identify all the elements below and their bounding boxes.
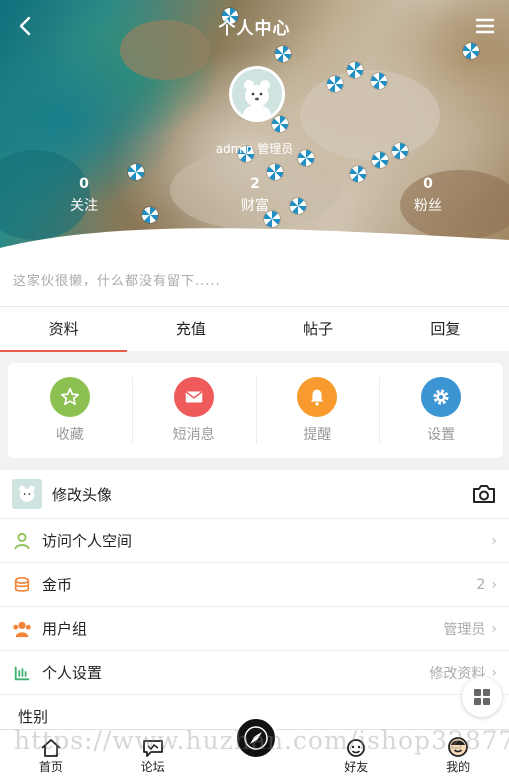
- friends-icon: [347, 739, 366, 757]
- stat-following[interactable]: 0 关注: [44, 176, 124, 215]
- nav-label: 论坛: [140, 760, 165, 774]
- bell-icon: [297, 377, 338, 417]
- page-title: 个人中心: [218, 19, 291, 39]
- user-role: 管理员: [257, 142, 294, 156]
- stat-value: 2: [250, 176, 260, 192]
- tab-recharge[interactable]: 充值: [127, 307, 254, 351]
- nav-compass-button[interactable]: [234, 716, 278, 760]
- nav-home[interactable]: 首页: [0, 730, 102, 779]
- personal-settings-row[interactable]: 个人设置 修改资料 ›: [0, 651, 509, 695]
- row-value: 2: [476, 576, 486, 593]
- quick-action-label: 收藏: [55, 427, 84, 443]
- quick-action-label: 提醒: [303, 427, 332, 443]
- tab-replies[interactable]: 回复: [382, 307, 509, 351]
- nav-forum[interactable]: 论坛: [102, 730, 204, 779]
- hamburger-menu-icon: [475, 18, 495, 34]
- messages-button[interactable]: 短消息: [131, 363, 256, 458]
- settings-button[interactable]: 设置: [379, 363, 503, 458]
- umbrella-icon: [463, 43, 479, 59]
- favorites-button[interactable]: 收藏: [8, 363, 132, 458]
- home-icon: [41, 739, 61, 757]
- stat-label: 关注: [70, 198, 98, 214]
- row-value: 管理员: [443, 621, 486, 638]
- row-label: 金币: [42, 576, 73, 594]
- quick-action-label: 设置: [427, 427, 456, 443]
- bear-avatar-icon: [232, 69, 282, 119]
- visit-space-row[interactable]: 访问个人空间 ›: [0, 519, 509, 563]
- menu-button[interactable]: [473, 14, 497, 38]
- username-line: admin 管理员: [0, 140, 509, 157]
- stat-value: 0: [79, 176, 89, 192]
- chat-icon: [142, 740, 163, 757]
- quick-actions: 收藏 短消息 提醒 设置: [8, 363, 503, 458]
- compass-icon: [244, 726, 268, 750]
- stat-wealth[interactable]: 2 财富: [215, 176, 295, 215]
- quick-action-label: 短消息: [172, 427, 215, 443]
- umbrella-icon: [275, 46, 291, 62]
- nav-friends[interactable]: 好友: [305, 730, 407, 779]
- username: admin: [215, 142, 254, 156]
- avatar-image: [232, 69, 282, 119]
- umbrella-icon: [350, 166, 366, 182]
- stat-value: 0: [423, 176, 433, 192]
- chevron-right-icon: ›: [491, 620, 497, 637]
- nav-label: 我的: [446, 760, 471, 774]
- grid-icon: [474, 689, 490, 705]
- camera-icon[interactable]: [471, 482, 497, 506]
- chevron-right-icon: ›: [491, 532, 497, 549]
- row-label: 用户组: [42, 620, 88, 638]
- settings-list: 修改头像 访问个人空间 › 金币 2 › 用户组 管理员 › 个人设置 修改资料: [0, 470, 509, 739]
- stat-label: 财富: [241, 198, 269, 214]
- face-icon: [448, 737, 468, 757]
- wave-divider: [0, 228, 509, 258]
- nav-label: 首页: [38, 760, 63, 774]
- coins-icon: [12, 575, 32, 595]
- grid-menu-button[interactable]: [462, 677, 502, 717]
- coins-row[interactable]: 金币 2 ›: [0, 563, 509, 607]
- umbrella-icon: [272, 116, 288, 132]
- row-label: 访问个人空间: [42, 532, 133, 550]
- gear-icon: [421, 377, 462, 417]
- chevron-right-icon: ›: [491, 664, 497, 681]
- row-label: 修改头像: [52, 485, 113, 504]
- profile-tabs: 资料 充值 帖子 回复: [0, 306, 509, 352]
- bars-icon: [12, 663, 32, 683]
- row-label: 个人设置: [42, 664, 103, 682]
- group-icon: [12, 619, 32, 639]
- chevron-right-icon: ›: [491, 576, 497, 593]
- reminders-button[interactable]: 提醒: [255, 363, 380, 458]
- avatar-thumb: [12, 479, 42, 509]
- profile-header: 个人中心 admin 管理员 0 关注 2 财富 0 粉丝: [0, 0, 509, 258]
- stat-fans[interactable]: 0 粉丝: [388, 176, 468, 215]
- envelope-icon: [173, 377, 214, 417]
- nav-mine[interactable]: 我的: [407, 730, 509, 779]
- tab-profile[interactable]: 资料: [0, 307, 128, 352]
- change-avatar-row[interactable]: 修改头像: [0, 470, 509, 519]
- avatar[interactable]: [229, 66, 285, 122]
- user-bio: 这家伙很懒，什么都没有留下.....: [0, 258, 509, 306]
- stat-label: 粉丝: [414, 198, 442, 214]
- tab-posts[interactable]: 帖子: [255, 307, 382, 351]
- umbrella-icon: [347, 62, 363, 78]
- umbrella-icon: [371, 73, 387, 89]
- star-icon: [49, 377, 90, 417]
- nav-label: 好友: [344, 760, 369, 774]
- umbrella-icon: [128, 164, 144, 180]
- user-group-row[interactable]: 用户组 管理员 ›: [0, 607, 509, 651]
- user-icon: [12, 531, 32, 551]
- umbrella-icon: [327, 76, 343, 92]
